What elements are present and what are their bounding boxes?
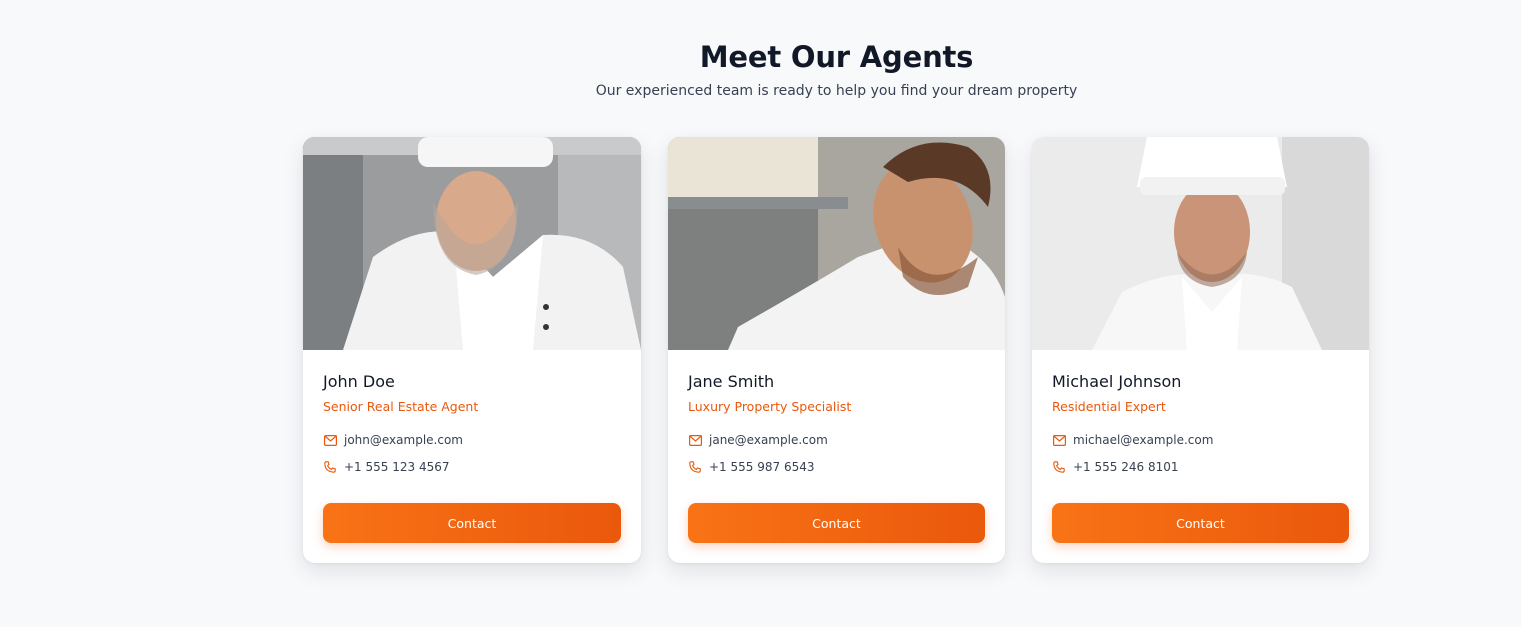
contact-button[interactable]: Contact [323, 503, 621, 543]
agent-phone-row: +1 555 246 8101 [1052, 458, 1349, 476]
contact-button[interactable]: Contact [688, 503, 985, 543]
agent-email-row: michael@example.com [1052, 431, 1349, 449]
agent-phone[interactable]: +1 555 987 6543 [709, 460, 814, 474]
phone-icon [323, 460, 337, 474]
agent-email-row: jane@example.com [688, 431, 985, 449]
mail-icon [323, 433, 337, 447]
agent-card-list: John Doe Senior Real Estate Agent john@e… [303, 137, 1369, 563]
agent-role: Luxury Property Specialist [688, 399, 852, 414]
agent-phone-row: +1 555 987 6543 [688, 458, 985, 476]
agent-photo [668, 137, 1005, 350]
agent-role: Senior Real Estate Agent [323, 399, 479, 414]
agent-phone[interactable]: +1 555 123 4567 [344, 460, 449, 474]
agents-section: Meet Our Agents Our experienced team is … [0, 0, 1521, 627]
agent-card: Michael Johnson Residential Expert micha… [1032, 137, 1369, 563]
agent-role: Residential Expert [1052, 399, 1166, 414]
agent-email[interactable]: jane@example.com [709, 433, 828, 447]
agent-name: John Doe [323, 372, 395, 391]
section-subtitle: Our experienced team is ready to help yo… [595, 83, 1078, 99]
agent-photo [303, 137, 641, 350]
contact-button[interactable]: Contact [1052, 503, 1349, 543]
agent-card: Jane Smith Luxury Property Specialist ja… [668, 137, 1005, 563]
agent-name: Jane Smith [688, 372, 775, 391]
agent-photo [1032, 137, 1369, 350]
agent-name: Michael Johnson [1052, 372, 1182, 391]
phone-icon [1052, 460, 1066, 474]
phone-icon [688, 460, 702, 474]
agent-card: John Doe Senior Real Estate Agent john@e… [303, 137, 641, 563]
agent-email[interactable]: michael@example.com [1073, 433, 1213, 447]
mail-icon [1052, 433, 1066, 447]
mail-icon [688, 433, 702, 447]
agent-email[interactable]: john@example.com [344, 433, 463, 447]
agent-email-row: john@example.com [323, 431, 621, 449]
section-title: Meet Our Agents [699, 40, 974, 74]
agent-phone[interactable]: +1 555 246 8101 [1073, 460, 1178, 474]
agent-phone-row: +1 555 123 4567 [323, 458, 621, 476]
